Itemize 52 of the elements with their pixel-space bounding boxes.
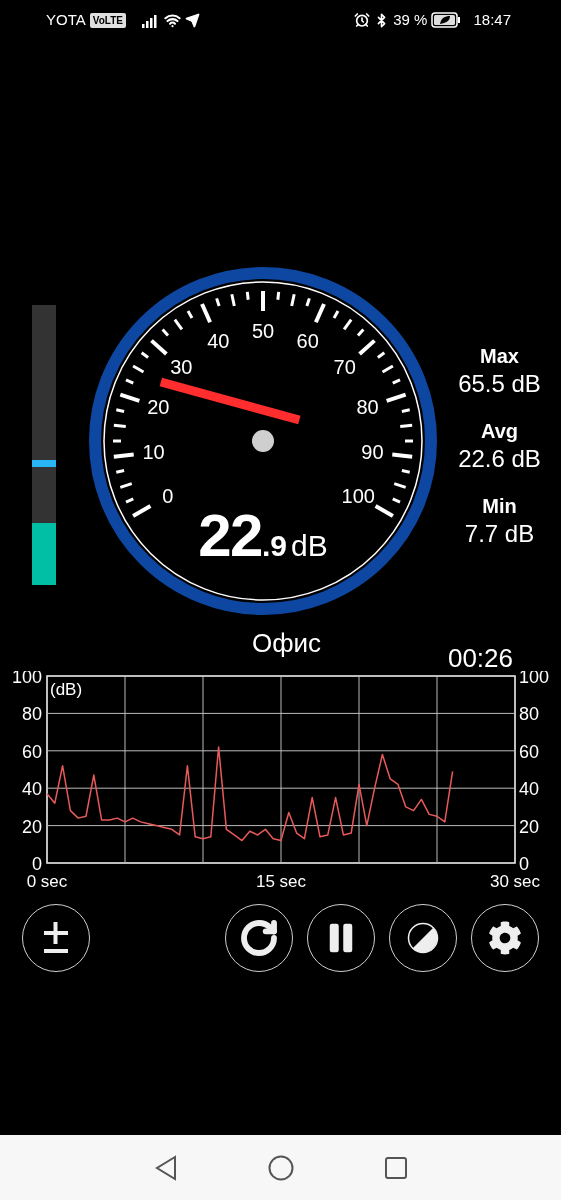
stat-value: 65.5 dB: [458, 368, 541, 399]
plus-minus-icon: [42, 921, 70, 955]
y-axis-label: 100: [11, 671, 42, 687]
x-axis-label: 0 sec: [26, 872, 68, 891]
dial-number: 0: [162, 485, 174, 507]
signal-icon: [141, 12, 160, 28]
contrast-icon: [407, 922, 439, 954]
wifi-icon: [163, 11, 181, 29]
dial-number: 60: [296, 329, 319, 352]
dial-number: 10: [142, 441, 165, 464]
stat-label: Max: [480, 343, 519, 369]
y-axis-label: 60: [21, 741, 42, 762]
elapsed-time: 00:26: [447, 642, 513, 675]
stat-label: Avg: [480, 418, 518, 444]
y-axis-label: 20: [21, 816, 42, 837]
y-axis-label: 100: [519, 671, 550, 687]
network-badge: VoLTE: [89, 12, 126, 28]
x-axis-label: 30 sec: [489, 872, 541, 891]
dial-number: 100: [341, 485, 375, 507]
unit-label: (dB): [50, 680, 83, 699]
back-icon[interactable]: [153, 1154, 178, 1181]
stat-value: 22.6 dB: [458, 443, 541, 474]
battery-percent: 39 %: [393, 9, 428, 30]
settings-icon: [488, 921, 522, 955]
y-axis-label: 80: [21, 704, 42, 725]
location-name: Офис: [250, 627, 322, 660]
dial-number: 80: [356, 396, 379, 418]
carrier-name: YOTA: [46, 9, 86, 30]
stat-label: Min: [482, 493, 517, 519]
paper-plane-icon: [184, 12, 200, 28]
home-icon[interactable]: [267, 1154, 294, 1181]
sound-level-reading: 22.9dB: [198, 506, 328, 566]
y-axis-label: 20: [519, 816, 540, 837]
dial-number: 70: [333, 356, 356, 379]
battery-icon: [431, 12, 462, 28]
dial-number: 40: [207, 329, 230, 352]
y-axis-label: 0: [32, 854, 42, 874]
dial-number: 90: [361, 441, 384, 464]
clock-time: 18:47: [473, 9, 511, 30]
alarm-icon: [354, 12, 371, 28]
dial-number: 30: [170, 356, 193, 379]
refresh-icon: [239, 918, 279, 958]
y-axis-label: 60: [519, 741, 540, 762]
dial-number: 50: [251, 320, 275, 342]
stat-value: 7.7 dB: [464, 518, 535, 549]
y-axis-label: 0: [519, 854, 529, 874]
dial-number: 20: [147, 396, 170, 418]
x-axis-label: 15 sec: [255, 872, 307, 891]
y-axis-label: 40: [21, 779, 42, 800]
y-axis-label: 80: [519, 704, 540, 725]
recents-icon[interactable]: [383, 1155, 408, 1180]
y-axis-label: 40: [519, 779, 540, 800]
